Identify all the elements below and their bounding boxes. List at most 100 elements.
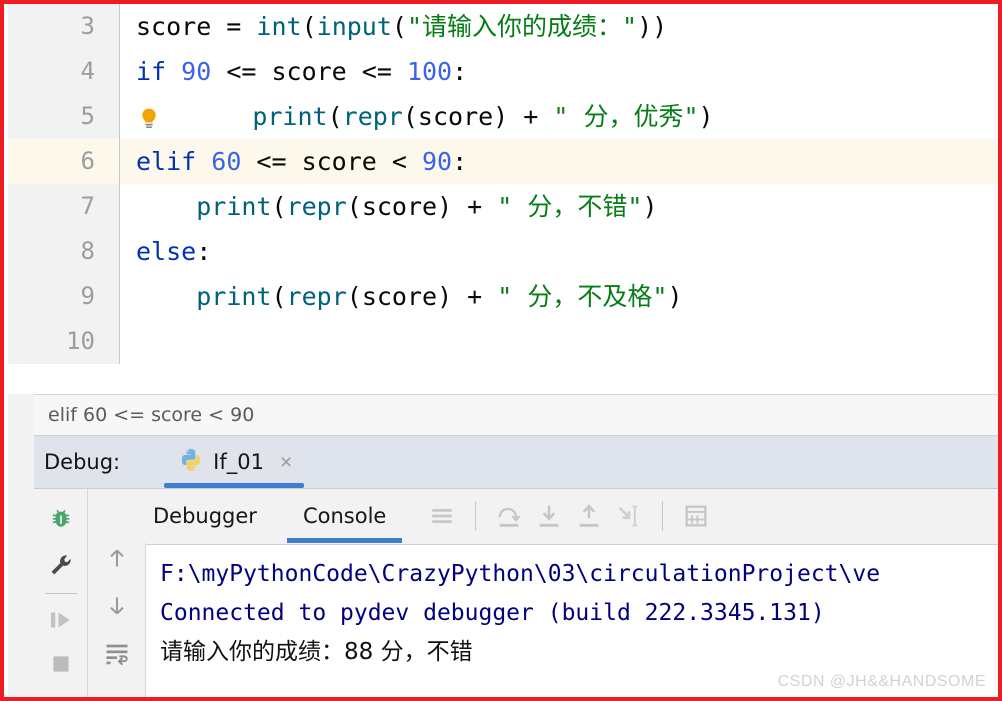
- hamburger-menu-icon[interactable]: [422, 496, 462, 536]
- run-to-cursor-icon[interactable]: [609, 496, 649, 536]
- tab-console-label: Console: [302, 504, 387, 528]
- code-token: (: [271, 192, 287, 221]
- rail-divider: [44, 593, 77, 594]
- code-token: " 分，不及格": [497, 282, 668, 311]
- python-file-icon: [178, 447, 204, 478]
- line-number: 8: [8, 229, 120, 274]
- step-into-icon[interactable]: [529, 496, 569, 536]
- code-token: 90: [181, 57, 212, 86]
- tab-debugger-label: Debugger: [153, 504, 257, 528]
- code-line-content[interactable]: print(repr(score) + " 分，不及格"): [120, 274, 998, 319]
- code-token: if: [136, 57, 182, 86]
- code-token: :: [452, 147, 468, 176]
- console-line: Connected to pydev debugger (build 222.3…: [160, 600, 825, 626]
- code-token: print: [196, 282, 272, 311]
- code-line-content[interactable]: print(repr(score) + " 分，优秀"): [120, 94, 998, 139]
- code-token: 60: [211, 147, 242, 176]
- code-token: input: [316, 12, 392, 41]
- debug-session-tab[interactable]: If_01 ×: [162, 436, 306, 488]
- code-token: (: [327, 102, 343, 131]
- line-number: 10: [8, 319, 120, 364]
- tab-debugger[interactable]: Debugger: [137, 489, 273, 543]
- debug-actions-rail: [34, 489, 88, 697]
- code-token: ): [642, 192, 658, 221]
- settings-wrench-icon[interactable]: [39, 543, 83, 587]
- code-token: :: [452, 57, 468, 86]
- code-line[interactable]: 5 print(repr(score) + " 分，优秀"): [8, 94, 998, 139]
- code-token: (: [391, 12, 407, 41]
- code-line[interactable]: 10: [8, 319, 998, 364]
- code-token: elif: [136, 147, 212, 176]
- code-token: " 分，不错": [497, 192, 643, 221]
- console-tabs-toolbar: Debugger Console: [89, 489, 998, 543]
- code-token: int: [256, 12, 302, 41]
- close-icon[interactable]: ×: [280, 452, 292, 473]
- code-token: )): [637, 12, 668, 41]
- line-number: 7: [8, 184, 120, 229]
- code-token: (: [271, 282, 287, 311]
- stop-program-icon[interactable]: [39, 642, 83, 686]
- debug-label: Debug:: [44, 450, 121, 474]
- code-token: (score) +: [346, 192, 498, 221]
- code-token: ": [622, 12, 638, 41]
- line-number: 4: [8, 49, 120, 94]
- console-line: F:\myPythonCode\CrazyPython\03\circulati…: [160, 561, 881, 587]
- resume-program-icon[interactable]: [39, 598, 83, 642]
- code-token: <= score <: [241, 147, 422, 176]
- code-line-content[interactable]: if 90 <= score <= 100:: [120, 49, 998, 94]
- code-token: (score) +: [402, 102, 554, 131]
- code-editor[interactable]: 3 score = int(input("请输入你的成绩：")) 4 if 90 <=…: [8, 4, 998, 394]
- line-number: 3: [8, 4, 120, 49]
- debug-bug-icon[interactable]: [39, 499, 83, 543]
- code-line-content[interactable]: elif 60 <= score < 90:: [120, 139, 998, 184]
- breadcrumb: elif 60 <= score < 90: [34, 394, 998, 436]
- code-token: 90: [422, 147, 453, 176]
- line-number: 6: [8, 139, 120, 184]
- step-over-icon[interactable]: [489, 496, 529, 536]
- code-line[interactable]: 6 elif 60 <= score < 90:: [8, 139, 998, 184]
- watermark: CSDN @JH&&HANDSOME: [777, 673, 986, 690]
- soft-wrap-icon[interactable]: [95, 630, 139, 678]
- code-token: (: [301, 12, 317, 41]
- code-token: print: [252, 102, 328, 131]
- code-token: " 分，优秀": [553, 102, 699, 131]
- debug-tool-pane: Debugger Console F:\myPythonCode\CrazyPy…: [34, 488, 998, 697]
- debug-toolwindow-header: Debug: If_01 ×: [34, 436, 998, 488]
- line-number: 9: [8, 274, 120, 319]
- code-token: ): [667, 282, 683, 311]
- code-token: :: [196, 237, 212, 266]
- code-line-content[interactable]: else:: [120, 229, 998, 274]
- toolbar-divider-2: [662, 501, 664, 531]
- code-token: print: [196, 192, 272, 221]
- code-token: 100: [406, 57, 453, 86]
- code-token: repr: [342, 102, 403, 131]
- toolbar-divider: [475, 501, 477, 531]
- code-line[interactable]: 4 if 90 <= score <= 100:: [8, 49, 998, 94]
- console-tab-active-underline: [286, 538, 403, 543]
- code-line[interactable]: 7 print(repr(score) + " 分，不错"): [8, 184, 998, 229]
- code-lines-container: 3 score = int(input("请输入你的成绩：")) 4 if 90 <=…: [8, 4, 998, 364]
- code-line-content[interactable]: print(repr(score) + " 分，不错"): [120, 184, 998, 229]
- code-token: "请输入你的成绩：: [406, 12, 623, 41]
- code-line[interactable]: 3 score = int(input("请输入你的成绩：")): [8, 4, 998, 49]
- code-token: repr: [286, 192, 347, 221]
- code-token: repr: [286, 282, 347, 311]
- code-line[interactable]: 8 else:: [8, 229, 998, 274]
- code-line-content[interactable]: [120, 319, 998, 364]
- code-token: else: [136, 237, 197, 266]
- console-line: 请输入你的成绩：88 分，不错: [160, 639, 473, 665]
- debug-session-tab-label: If_01: [213, 450, 264, 474]
- tab-console[interactable]: Console: [286, 489, 403, 543]
- evaluate-expression-icon[interactable]: [676, 496, 716, 536]
- scroll-down-icon[interactable]: [95, 582, 139, 630]
- code-token: ): [698, 102, 714, 131]
- intention-bulb-icon[interactable]: [136, 102, 162, 130]
- pycharm-debug-screenshot: 3 score = int(input("请输入你的成绩：")) 4 if 90 <=…: [0, 0, 1002, 701]
- code-line-content[interactable]: score = int(input("请输入你的成绩：")): [120, 4, 998, 49]
- code-token: score =: [136, 12, 257, 41]
- line-number: 5: [8, 94, 120, 139]
- code-token: (score) +: [346, 282, 498, 311]
- step-out-icon[interactable]: [569, 496, 609, 536]
- code-line[interactable]: 9 print(repr(score) + " 分，不及格"): [8, 274, 998, 319]
- code-token: <= score <=: [211, 57, 407, 86]
